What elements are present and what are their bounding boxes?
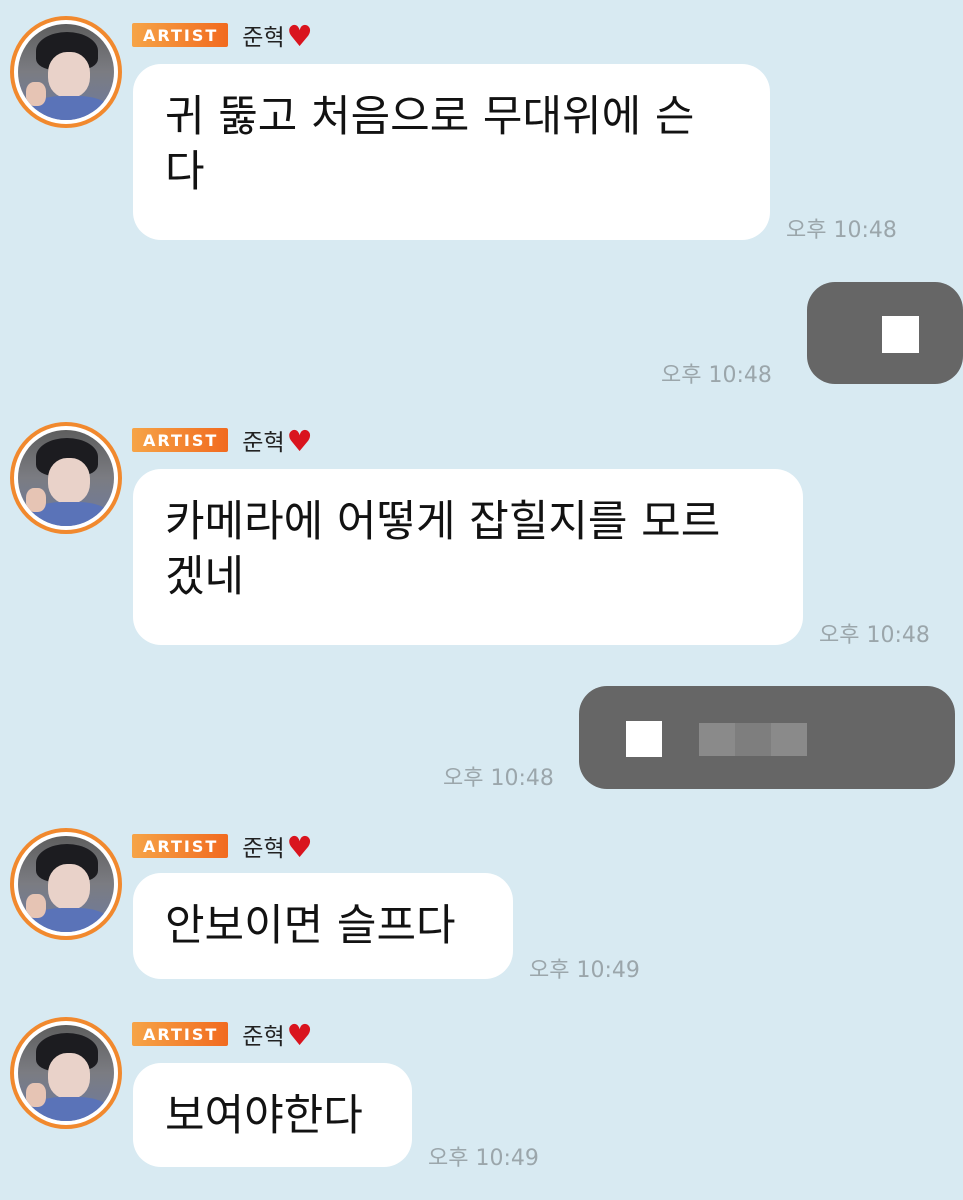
pixelated-block [771, 723, 807, 756]
pixelated-block [699, 723, 735, 756]
message-bubble[interactable]: 보여야한다 [133, 1063, 412, 1167]
artist-badge: ARTIST [132, 1022, 229, 1046]
sender-name-text: 준혁 [242, 1024, 285, 1050]
message-time: 오후 10:48 [661, 363, 772, 388]
message-bubble[interactable]: 카메라에 어떻게 잡힐지를 모르 겠네 [133, 469, 803, 645]
message-meta: ARTIST 준혁 ♥ [132, 829, 313, 863]
artist-avatar[interactable] [10, 828, 122, 940]
avatar-face [48, 1053, 90, 1099]
avatar-photo [18, 1025, 114, 1121]
artist-badge: ARTIST [132, 23, 229, 47]
message-time: 오후 10:48 [786, 218, 897, 243]
self-message-bubble-redacted[interactable] [579, 686, 955, 789]
message-meta: ARTIST 준혁 ♥ [132, 18, 313, 52]
avatar-photo [18, 430, 114, 526]
redaction-square [882, 316, 919, 353]
redaction-square [626, 721, 662, 757]
message-text: 보여야한다 [165, 1091, 363, 1141]
sender-name[interactable]: 준혁 ♥ [242, 829, 312, 863]
artist-badge: ARTIST [132, 834, 229, 858]
message-time: 오후 10:48 [819, 623, 930, 648]
pixelated-block [735, 723, 771, 756]
avatar-face [48, 52, 90, 98]
artist-avatar[interactable] [10, 422, 122, 534]
avatar-hand [26, 82, 46, 106]
message-meta: ARTIST 준혁 ♥ [132, 1017, 313, 1051]
artist-badge: ARTIST [132, 428, 229, 452]
avatar-hand [26, 1083, 46, 1107]
avatar-hand [26, 894, 46, 918]
message-time: 오후 10:49 [529, 958, 640, 983]
chat-log: ARTIST 준혁 ♥ 귀 뚫고 처음으로 무대위에 슨 다 오후 10:48 … [0, 0, 963, 1200]
avatar-photo [18, 24, 114, 120]
avatar-hand [26, 488, 46, 512]
sender-name[interactable]: 준혁 ♥ [242, 18, 312, 52]
message-time: 오후 10:48 [443, 766, 554, 791]
sender-name-text: 준혁 [242, 430, 285, 456]
message-time: 오후 10:49 [428, 1146, 539, 1171]
sender-name-text: 준혁 [242, 836, 285, 862]
artist-avatar[interactable] [10, 1017, 122, 1129]
avatar-photo [18, 836, 114, 932]
heart-icon: ♥ [286, 1017, 313, 1052]
message-meta: ARTIST 준혁 ♥ [132, 423, 313, 457]
sender-name-text: 준혁 [242, 25, 285, 51]
sender-name[interactable]: 준혁 ♥ [242, 1017, 312, 1051]
heart-icon: ♥ [286, 423, 313, 458]
artist-avatar[interactable] [10, 16, 122, 128]
self-message-bubble-redacted[interactable] [807, 282, 963, 384]
message-bubble[interactable]: 귀 뚫고 처음으로 무대위에 슨 다 [133, 64, 770, 240]
heart-icon: ♥ [286, 829, 313, 864]
sender-name[interactable]: 준혁 ♥ [242, 423, 312, 457]
avatar-face [48, 458, 90, 504]
message-bubble[interactable]: 안보이면 슬프다 [133, 873, 513, 979]
heart-icon: ♥ [286, 18, 313, 53]
message-text: 안보이면 슬프다 [165, 901, 456, 951]
message-text: 카메라에 어떻게 잡힐지를 모르 겠네 [165, 497, 721, 602]
avatar-face [48, 864, 90, 910]
message-text: 귀 뚫고 처음으로 무대위에 슨 다 [165, 92, 695, 197]
